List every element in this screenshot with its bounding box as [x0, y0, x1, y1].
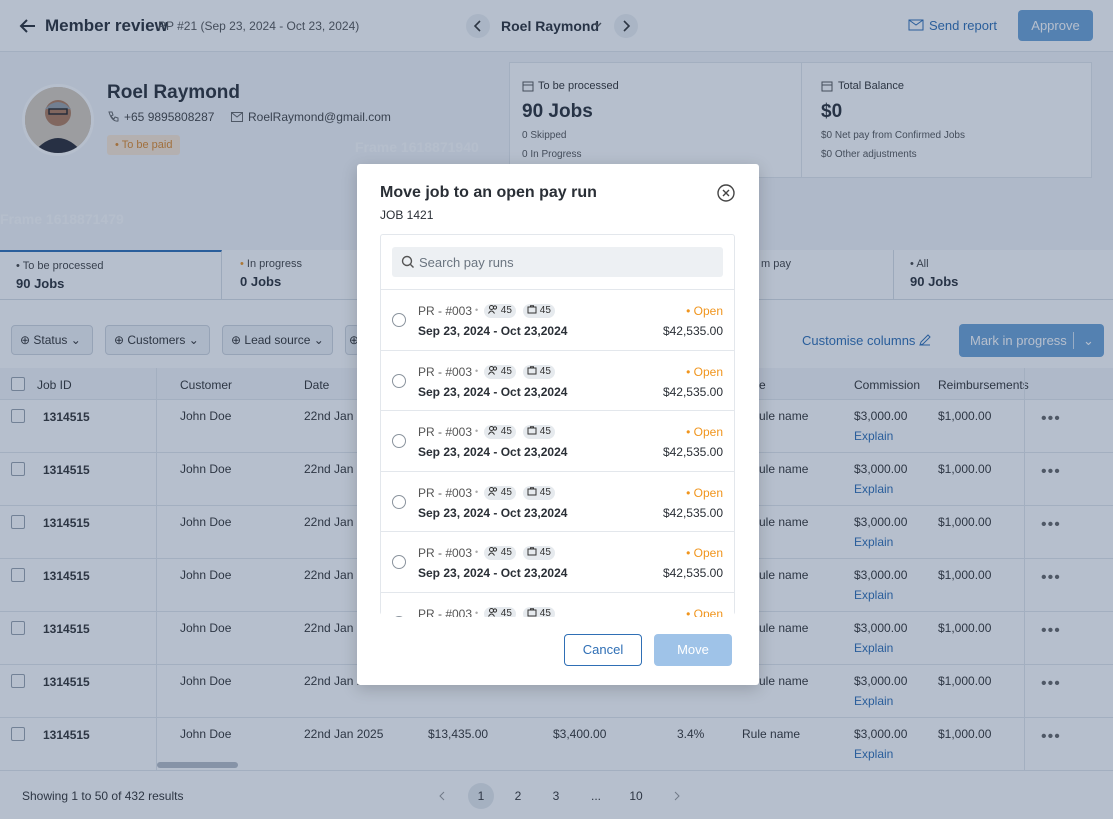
- members-badge: 45: [484, 304, 516, 318]
- jobs-count: 45: [539, 486, 551, 498]
- pay-run-status-label: Open: [693, 304, 723, 318]
- jobs-badge: 45: [523, 485, 555, 500]
- separator-dot: •: [475, 305, 479, 315]
- members-count: 45: [500, 365, 512, 377]
- members-count: 45: [500, 547, 512, 558]
- pay-run-radio[interactable]: [392, 615, 406, 617]
- jobs-badge: 45: [523, 304, 555, 318]
- pay-run-status: • Open: [686, 425, 723, 439]
- pay-run-item[interactable]: PR - #003 • 45 45 Sep 23, 2024 - Oct 23,…: [381, 531, 734, 591]
- jobs-badge: 45: [523, 546, 555, 560]
- pay-run-id: PR - #003: [418, 606, 473, 617]
- members-count: 45: [500, 486, 512, 498]
- pay-run-dates: Sep 23, 2024 - Oct 23,2024: [418, 505, 568, 520]
- pay-run-item[interactable]: PR - #003 • 45 45 Sep 23, 2024 - Oct 23,…: [381, 349, 734, 410]
- jobs-count: 45: [539, 365, 551, 377]
- pay-run-status-label: Open: [693, 425, 723, 439]
- pay-run-radio[interactable]: [392, 555, 406, 569]
- pay-run-status-label: Open: [693, 364, 723, 379]
- jobs-count: 45: [539, 426, 551, 437]
- pay-run-status: • Open: [686, 485, 723, 500]
- members-badge: 45: [484, 546, 516, 560]
- separator-dot: •: [475, 365, 479, 376]
- separator-dot: •: [475, 426, 479, 436]
- pay-run-amount: $42,535.00: [662, 566, 723, 580]
- pay-run-amount: $42,535.00: [662, 324, 723, 338]
- pay-run-status: • Open: [686, 304, 723, 318]
- pay-run-item[interactable]: PR - #003 • 45 45 Sep 23, 2024 - Oct 23,…: [381, 289, 734, 349]
- pay-run-item[interactable]: PR - #003 • 45 45 Sep 23, 2024 - Oct 23,…: [381, 410, 734, 470]
- pay-run-radio[interactable]: [392, 313, 406, 327]
- pay-run-dates: Sep 23, 2024 - Oct 23,2024: [418, 445, 568, 459]
- pay-run-amount: $42,535.00: [662, 445, 723, 459]
- pay-run-status-label: Open: [693, 485, 723, 500]
- separator-dot: •: [475, 547, 479, 557]
- pay-run-id: PR - #003: [418, 546, 473, 560]
- pay-run-id: PR - #003: [418, 304, 473, 318]
- pay-run-amount: $42,535.00: [662, 384, 723, 399]
- members-badge: 45: [484, 606, 516, 617]
- jobs-badge: 45: [523, 606, 555, 617]
- pay-run-radio[interactable]: [392, 434, 406, 448]
- search-input[interactable]: [419, 247, 714, 277]
- pay-run-id: PR - #003: [418, 425, 473, 439]
- move-button[interactable]: Move: [654, 634, 732, 666]
- pay-run-item[interactable]: PR - #003 • 45 45 • Open: [381, 591, 734, 617]
- pay-run-status: • Open: [686, 546, 723, 560]
- pay-run-id: PR - #003: [418, 485, 473, 500]
- pay-run-status: • Open: [686, 364, 723, 379]
- pay-run-radio[interactable]: [392, 373, 406, 388]
- members-count: 45: [500, 607, 512, 617]
- jobs-badge: 45: [523, 364, 555, 379]
- members-badge: 45: [484, 425, 516, 439]
- search-icon: [401, 255, 415, 269]
- pay-run-status-label: Open: [693, 546, 723, 560]
- jobs-badge: 45: [523, 425, 555, 439]
- pay-run-status-label: Open: [693, 606, 723, 617]
- modal-job-id: JOB 1421: [380, 208, 434, 222]
- pay-run-id: PR - #003: [418, 364, 473, 379]
- cancel-button[interactable]: Cancel: [564, 634, 642, 666]
- separator-dot: •: [475, 607, 479, 617]
- pay-run-status: • Open: [686, 607, 723, 617]
- pay-run-dates: Sep 23, 2024 - Oct 23,2024: [418, 566, 568, 580]
- members-badge: 45: [484, 364, 516, 379]
- pay-run-dates: Sep 23, 2024 - Oct 23,2024: [418, 324, 568, 338]
- search-box: [392, 247, 723, 277]
- pay-run-amount: $42,535.00: [662, 505, 723, 520]
- pay-run-item[interactable]: PR - #003 • 45 45 Sep 23, 2024 - Oct 23,…: [381, 470, 734, 531]
- jobs-count: 45: [539, 607, 551, 617]
- jobs-count: 45: [539, 305, 551, 316]
- modal-title: Move job to an open pay run: [380, 184, 597, 201]
- members-badge: 45: [484, 485, 516, 500]
- members-count: 45: [500, 305, 512, 316]
- pay-run-radio[interactable]: [392, 494, 406, 509]
- close-icon[interactable]: [716, 183, 736, 203]
- members-count: 45: [500, 426, 512, 437]
- separator-dot: •: [475, 486, 479, 497]
- pay-run-dates: Sep 23, 2024 - Oct 23,2024: [418, 384, 568, 399]
- jobs-count: 45: [539, 547, 551, 558]
